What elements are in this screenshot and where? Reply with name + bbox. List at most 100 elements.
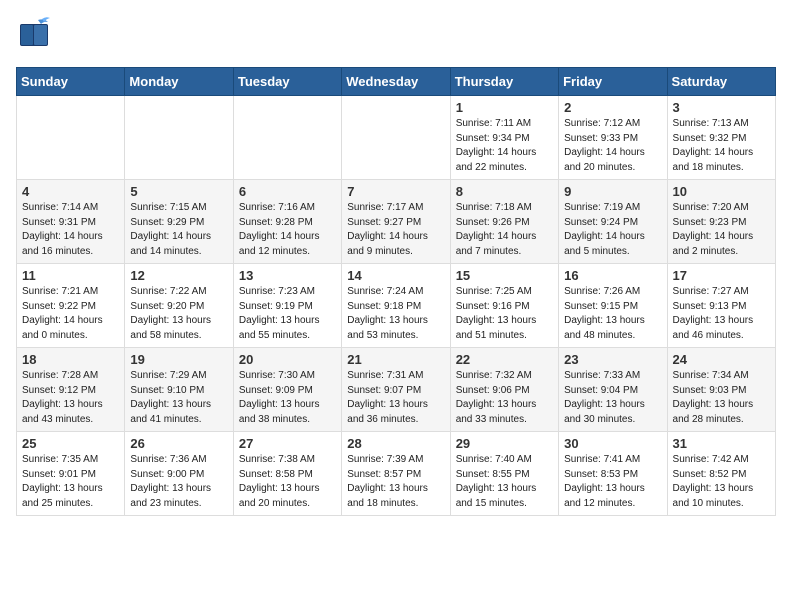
day-number: 21: [347, 352, 444, 367]
day-number: 5: [130, 184, 227, 199]
day-header-saturday: Saturday: [667, 68, 775, 96]
calendar-cell: 7 Sunrise: 7:17 AM Sunset: 9:27 PM Daylig…: [342, 180, 450, 264]
day-number: 28: [347, 436, 444, 451]
calendar-cell: 14 Sunrise: 7:24 AM Sunset: 9:18 PM Dayli…: [342, 264, 450, 348]
calendar-cell: 29 Sunrise: 7:40 AM Sunset: 8:55 PM Dayli…: [450, 432, 558, 516]
day-number: 23: [564, 352, 661, 367]
day-number: 19: [130, 352, 227, 367]
day-number: 15: [456, 268, 553, 283]
day-number: 4: [22, 184, 119, 199]
calendar-cell: 9 Sunrise: 7:19 AM Sunset: 9:24 PM Daylig…: [559, 180, 667, 264]
day-number: 2: [564, 100, 661, 115]
day-number: 29: [456, 436, 553, 451]
calendar-cell: 30 Sunrise: 7:41 AM Sunset: 8:53 PM Dayli…: [559, 432, 667, 516]
calendar-table: SundayMondayTuesdayWednesdayThursdayFrid…: [16, 67, 776, 516]
day-header-tuesday: Tuesday: [233, 68, 341, 96]
calendar-week-row: 1 Sunrise: 7:11 AM Sunset: 9:34 PM Daylig…: [17, 96, 776, 180]
cell-content: Sunrise: 7:36 AM Sunset: 9:00 PM Dayligh…: [130, 453, 227, 511]
day-number: 26: [130, 436, 227, 451]
cell-content: Sunrise: 7:24 AM Sunset: 9:18 PM Dayligh…: [347, 285, 444, 343]
day-number: 12: [130, 268, 227, 283]
cell-content: Sunrise: 7:32 AM Sunset: 9:06 PM Dayligh…: [456, 369, 553, 427]
day-number: 18: [22, 352, 119, 367]
cell-content: Sunrise: 7:20 AM Sunset: 9:23 PM Dayligh…: [673, 201, 770, 259]
cell-content: Sunrise: 7:39 AM Sunset: 8:57 PM Dayligh…: [347, 453, 444, 511]
logo-icon: [16, 16, 52, 57]
logo: [16, 16, 56, 57]
calendar-cell: 23Sunrise: 7:33 AM Sunset: 9:04 PM Dayli…: [559, 348, 667, 432]
day-number: 24: [673, 352, 770, 367]
day-number: 25: [22, 436, 119, 451]
calendar-cell: 15 Sunrise: 7:25 AM Sunset: 9:16 PM Dayli…: [450, 264, 558, 348]
day-number: 3: [673, 100, 770, 115]
cell-content: Sunrise: 7:34 AM Sunset: 9:03 PM Dayligh…: [673, 369, 770, 427]
cell-content: Sunrise: 7:16 AM Sunset: 9:28 PM Dayligh…: [239, 201, 336, 259]
calendar-week-row: 25Sunrise: 7:35 AM Sunset: 9:01 PM Dayli…: [17, 432, 776, 516]
calendar-cell: 6 Sunrise: 7:16 AM Sunset: 9:28 PM Daylig…: [233, 180, 341, 264]
calendar-cell: [17, 96, 125, 180]
calendar-cell: 16 Sunrise: 7:26 AM Sunset: 9:15 PM Dayli…: [559, 264, 667, 348]
calendar-week-row: 18 Sunrise: 7:28 AM Sunset: 9:12 PM Dayli…: [17, 348, 776, 432]
cell-content: Sunrise: 7:38 AM Sunset: 8:58 PM Dayligh…: [239, 453, 336, 511]
cell-content: Sunrise: 7:14 AM Sunset: 9:31 PM Dayligh…: [22, 201, 119, 259]
cell-content: Sunrise: 7:31 AM Sunset: 9:07 PM Dayligh…: [347, 369, 444, 427]
cell-content: Sunrise: 7:11 AM Sunset: 9:34 PM Dayligh…: [456, 117, 553, 175]
cell-content: Sunrise: 7:26 AM Sunset: 9:15 PM Dayligh…: [564, 285, 661, 343]
calendar-cell: 26 Sunrise: 7:36 AM Sunset: 9:00 PM Dayli…: [125, 432, 233, 516]
cell-content: Sunrise: 7:12 AM Sunset: 9:33 PM Dayligh…: [564, 117, 661, 175]
day-number: 27: [239, 436, 336, 451]
day-number: 7: [347, 184, 444, 199]
day-number: 9: [564, 184, 661, 199]
cell-content: Sunrise: 7:19 AM Sunset: 9:24 PM Dayligh…: [564, 201, 661, 259]
day-header-sunday: Sunday: [17, 68, 125, 96]
day-number: 8: [456, 184, 553, 199]
cell-content: Sunrise: 7:25 AM Sunset: 9:16 PM Dayligh…: [456, 285, 553, 343]
calendar-cell: 10 Sunrise: 7:20 AM Sunset: 9:23 PM Dayli…: [667, 180, 775, 264]
cell-content: Sunrise: 7:17 AM Sunset: 9:27 PM Dayligh…: [347, 201, 444, 259]
calendar-week-row: 4 Sunrise: 7:14 AM Sunset: 9:31 PM Daylig…: [17, 180, 776, 264]
calendar-cell: 17 Sunrise: 7:27 AM Sunset: 9:13 PM Dayli…: [667, 264, 775, 348]
cell-content: Sunrise: 7:28 AM Sunset: 9:12 PM Dayligh…: [22, 369, 119, 427]
day-number: 11: [22, 268, 119, 283]
page-header: [16, 16, 776, 57]
cell-content: Sunrise: 7:41 AM Sunset: 8:53 PM Dayligh…: [564, 453, 661, 511]
calendar-week-row: 11 Sunrise: 7:21 AM Sunset: 9:22 PM Dayli…: [17, 264, 776, 348]
cell-content: Sunrise: 7:13 AM Sunset: 9:32 PM Dayligh…: [673, 117, 770, 175]
day-header-monday: Monday: [125, 68, 233, 96]
calendar-cell: 2 Sunrise: 7:12 AM Sunset: 9:33 PM Daylig…: [559, 96, 667, 180]
calendar-cell: 31Sunrise: 7:42 AM Sunset: 8:52 PM Dayli…: [667, 432, 775, 516]
calendar-cell: [342, 96, 450, 180]
calendar-cell: 21 Sunrise: 7:31 AM Sunset: 9:07 PM Dayli…: [342, 348, 450, 432]
calendar-cell: 1 Sunrise: 7:11 AM Sunset: 9:34 PM Daylig…: [450, 96, 558, 180]
calendar-cell: 18 Sunrise: 7:28 AM Sunset: 9:12 PM Dayli…: [17, 348, 125, 432]
calendar-cell: 12Sunrise: 7:22 AM Sunset: 9:20 PM Dayli…: [125, 264, 233, 348]
day-number: 13: [239, 268, 336, 283]
calendar-cell: 20Sunrise: 7:30 AM Sunset: 9:09 PM Dayli…: [233, 348, 341, 432]
day-number: 10: [673, 184, 770, 199]
cell-content: Sunrise: 7:40 AM Sunset: 8:55 PM Dayligh…: [456, 453, 553, 511]
cell-content: Sunrise: 7:15 AM Sunset: 9:29 PM Dayligh…: [130, 201, 227, 259]
calendar-cell: 25Sunrise: 7:35 AM Sunset: 9:01 PM Dayli…: [17, 432, 125, 516]
day-header-wednesday: Wednesday: [342, 68, 450, 96]
day-number: 16: [564, 268, 661, 283]
day-number: 31: [673, 436, 770, 451]
day-number: 6: [239, 184, 336, 199]
calendar-cell: 24 Sunrise: 7:34 AM Sunset: 9:03 PM Dayli…: [667, 348, 775, 432]
calendar-cell: 13 Sunrise: 7:23 AM Sunset: 9:19 PM Dayli…: [233, 264, 341, 348]
day-number: 14: [347, 268, 444, 283]
day-header-friday: Friday: [559, 68, 667, 96]
calendar-header-row: SundayMondayTuesdayWednesdayThursdayFrid…: [17, 68, 776, 96]
cell-content: Sunrise: 7:27 AM Sunset: 9:13 PM Dayligh…: [673, 285, 770, 343]
calendar-cell: [233, 96, 341, 180]
cell-content: Sunrise: 7:29 AM Sunset: 9:10 PM Dayligh…: [130, 369, 227, 427]
cell-content: Sunrise: 7:21 AM Sunset: 9:22 PM Dayligh…: [22, 285, 119, 343]
day-number: 17: [673, 268, 770, 283]
cell-content: Sunrise: 7:23 AM Sunset: 9:19 PM Dayligh…: [239, 285, 336, 343]
calendar-cell: 27 Sunrise: 7:38 AM Sunset: 8:58 PM Dayli…: [233, 432, 341, 516]
calendar-cell: [125, 96, 233, 180]
calendar-cell: 3 Sunrise: 7:13 AM Sunset: 9:32 PM Daylig…: [667, 96, 775, 180]
calendar-cell: 19 Sunrise: 7:29 AM Sunset: 9:10 PM Dayli…: [125, 348, 233, 432]
day-number: 30: [564, 436, 661, 451]
day-number: 1: [456, 100, 553, 115]
cell-content: Sunrise: 7:18 AM Sunset: 9:26 PM Dayligh…: [456, 201, 553, 259]
